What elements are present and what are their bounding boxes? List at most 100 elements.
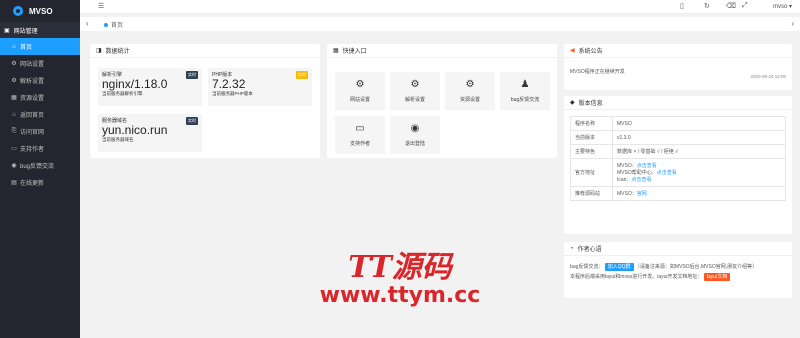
table-row: 官方地址 MVSO：点击查看 MVSO帮助中心：点击查看 Ican：点击查看 [570,158,786,187]
stat-sub: 当前服务器PHP版本 [212,91,253,96]
sidebar-item-label: 首页 [20,45,33,51]
credit-card-icon: ▭ [355,123,365,134]
table-row: 当前版本 v1.3.0 [570,130,786,145]
gears-icon: ⚙ [355,79,365,90]
logo[interactable]: MVSO [0,0,80,22]
gears-icon: ⚙ [465,79,475,90]
quick-label: 网站设置 [349,97,370,103]
quick-support-author-button[interactable]: ▭ 支持作者 [335,116,385,154]
status-badge: 实时 [186,71,198,79]
clear-icon[interactable]: ⌫ [726,2,736,10]
row-value: 数据库 × / 零基础 √ / 拒绝 √ [612,144,786,159]
table-row: 程序名称 MVSO [570,116,786,131]
sidebar-item-8[interactable]: ▤ 在线更新 [0,174,80,191]
sidebar-item-1[interactable]: ⚙ 网站设置 [0,55,80,72]
quick-logout-button[interactable]: ◉ 退出登陆 [390,116,440,154]
announcement-title: 系统公告 [578,49,603,55]
sidebar-item-4[interactable]: ⌂ 返回首页 [0,106,80,123]
table-row: 推荐源码站 MVSO：官网 [570,186,786,201]
stats-card-title: 数据统计 [105,49,130,55]
official-link-ican[interactable]: 点击查看 [631,177,651,183]
stat-server-engine: 解析引擎 nginx/1.18.0 当前服务器解析引擎 实时 [98,68,202,106]
dev-line-prefix: 本程序后端采用layui和mvso进行开发。layui开发文档地址： [570,274,703,280]
quick-resource-settings-button[interactable]: ⚙ 资源设置 [445,72,495,110]
sidebar-item-5[interactable]: ⎘ 访问官网 [0,123,80,140]
developer-card: ◔ 作者心语 bug反馈交流： 加入QQ群 （请备注来源：如MVSO后台,MVS… [564,242,792,298]
tabs-bar: ‹ 首页 › [80,17,800,31]
row-key: 程序名称 [570,116,613,131]
dashboard-icon: ◨ [96,48,102,54]
quick-links-header: ▦ 快捷入口 [327,44,557,58]
refresh-icon[interactable]: ↻ [704,2,710,10]
home-icon: ⌂ [12,43,16,50]
stat-php-version: PHP版本 7.2.32 当前服务器PHP版本 实时 [208,68,312,106]
link-icon: ⎘ [11,128,17,134]
logo-text: MVSO [29,6,53,16]
quick-bug-feedback-button[interactable]: ♟ bug反馈交流 [500,72,550,110]
grid-icon: ▦ [11,95,17,101]
developer-title: 作者心语 [577,247,602,253]
note-icon[interactable]: ▯ [680,2,684,10]
quick-label: 退出登陆 [404,141,425,147]
stat-value: nginx/1.18.0 [102,77,168,91]
sidebar-item-label: bug反馈交流 [20,164,55,170]
gear-icon: ⚙ [11,78,17,84]
sidebar-item-label: 返回首页 [20,113,45,119]
row-value: MVSO [612,116,786,131]
status-badge: 实时 [186,117,198,125]
sidebar-item-7[interactable]: ◉ bug反馈交流 [0,157,80,174]
sidebar-item-0[interactable]: ⌂ 首页 [0,38,80,55]
power-icon: ◉ [410,123,420,134]
logo-icon [13,6,23,16]
tab-home[interactable]: 首页 [104,20,123,29]
card-icon: ▭ [11,146,17,152]
folder-icon: ▣ [4,27,10,34]
sidebar-item-6[interactable]: ▭ 支持作者 [0,140,80,157]
tab-active-dot [104,22,108,27]
recommended-site-link[interactable]: 官网 [637,191,647,197]
quick-links-card: ▦ 快捷入口 ⚙ 网站设置 ⚙ 解析设置 ⚙ 资源设置 ♟ bug反馈交流 ▭ … [327,44,557,158]
chat-icon: ◔ [570,245,574,252]
sidebar-item-3[interactable]: ▦ 资源设置 [0,89,80,106]
qq-penguin-icon: ♟ [520,79,530,90]
fullscreen-icon[interactable]: ⤢ [742,2,748,10]
status-badge: 实时 [296,71,308,79]
sidebar-item-label: 资源设置 [20,96,45,102]
menu-toggle-icon[interactable]: ☰ [98,2,104,10]
stat-sub: 当前服务器解析引擎 [102,91,143,96]
layui-docs-button[interactable]: layui文档 [703,273,731,281]
link-prefix: MVSO： [617,191,637,197]
quick-site-settings-button[interactable]: ⚙ 网站设置 [335,72,385,110]
tab-home-label: 首页 [111,23,124,29]
sidebar-item-label: 支持作者 [20,147,45,153]
version-info-title: 版本信息 [578,101,603,107]
row-key: 推荐源码站 [570,186,613,201]
watermark: TT源码 www.ttym.cc [300,252,500,308]
refresh-icon: ▤ [11,180,17,186]
grid-icon: ▦ [333,48,339,54]
dev-line-note: （请备注来源：如MVSO后台,MVSO官网,朋友介绍等） [634,264,758,270]
table-row: 主要特色 数据库 × / 零基础 √ / 拒绝 √ [570,144,786,159]
version-info-header: ◆ 版本信息 [564,96,792,110]
user-menu[interactable]: mvso ▾ [773,3,792,10]
sidebar-item-label: 网站设置 [20,62,45,68]
sidebar-group-label: 网站管理 [13,28,38,35]
quick-links-title: 快捷入口 [342,49,367,55]
join-qq-group-button[interactable]: 加入QQ群 [604,263,634,271]
quick-label: 支持作者 [349,141,370,147]
sidebar-item-label: 在线更新 [20,181,45,187]
watermark-line2: www.ttym.cc [319,283,481,308]
quick-parse-settings-button[interactable]: ⚙ 解析设置 [390,72,440,110]
tab-left-arrow-icon[interactable]: ‹ [86,19,89,28]
stat-value: 7.2.32 [212,77,246,91]
row-value: MVSO：官网 [612,186,786,201]
quick-label: 资源设置 [459,97,480,103]
home-icon: ⌂ [12,111,16,118]
sidebar-item-2[interactable]: ⚙ 解析设置 [0,72,80,89]
sidebar-group-site-management[interactable]: ▣ 网站管理 [0,22,80,38]
announcement-card: ◀ 系统公告 MVSO程序正在继续开发 2020-06-24 12:00 [564,44,792,90]
sidebar: MVSO ▣ 网站管理 ⌂ 首页 ⚙ 网站设置 ⚙ 解析设置 ▦ 资源设置 ⌂ 返回首页 ⎘ 访问官网… [0,0,80,338]
stats-card: ◨ 数据统计 解析引擎 nginx/1.18.0 当前服务器解析引擎 实时 PH… [90,44,320,158]
official-link-help[interactable]: 点击查看 [657,170,677,176]
tab-right-arrow-icon[interactable]: › [791,19,794,28]
